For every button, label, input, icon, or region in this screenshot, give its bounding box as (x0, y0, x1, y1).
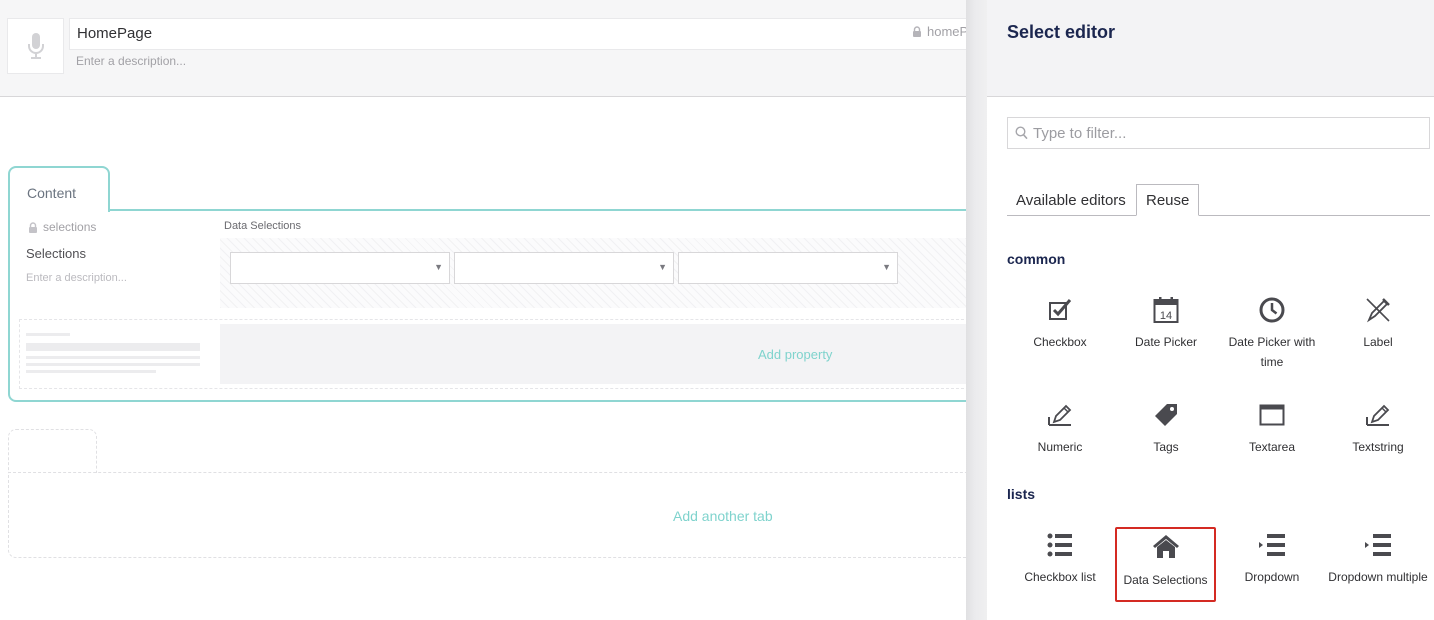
editor-label: Data Selections (1123, 573, 1208, 587)
editor-label: Dropdown multiple (1328, 570, 1428, 584)
overlay-shadow (966, 0, 988, 620)
label-pen-icon (1366, 298, 1390, 323)
property-alias-value: selections (43, 220, 97, 234)
clock-icon (1259, 297, 1285, 323)
editor-data-selections[interactable]: Data Selections (1115, 527, 1216, 602)
tab-reuse[interactable]: Reuse (1136, 184, 1200, 216)
add-tab-zone[interactable] (8, 429, 968, 558)
doctype-alias-value: homeP (927, 24, 968, 39)
doctype-icon-picker[interactable] (7, 18, 64, 74)
filter-input[interactable] (1033, 122, 1423, 144)
doctype-name-value: HomePage (77, 25, 153, 42)
doctype-header: HomePage homeP Enter a description... (0, 0, 968, 97)
doctype-description-field[interactable]: Enter a description... (76, 54, 186, 68)
bulleted-list-icon (1047, 533, 1072, 557)
search-icon (1015, 126, 1028, 140)
editor-textarea[interactable]: Textarea (1221, 399, 1323, 479)
editor-label: Date Picker with time (1228, 335, 1316, 369)
add-property-button[interactable]: Add property (220, 324, 968, 384)
ghost-line (26, 356, 200, 359)
doctype-name-input[interactable]: HomePage (69, 18, 968, 50)
property-editor-name: Data Selections (224, 220, 302, 232)
select-editor-panel: Select editor Available editors Reuse co… (987, 0, 1434, 620)
ghost-line (26, 363, 200, 366)
caret-down-icon: ▼ (434, 262, 443, 272)
calendar-icon: 14 (1153, 297, 1179, 323)
ghost-line (26, 343, 200, 351)
add-another-tab-button[interactable]: Add another tab (673, 508, 773, 524)
indent-list-icon (1365, 534, 1391, 556)
tags-icon (1155, 404, 1177, 426)
editor-label: Checkbox list (1024, 570, 1096, 584)
document-type-editor: HomePage homeP Enter a description... Co… (0, 0, 968, 620)
microphone-icon (27, 33, 44, 59)
tab-content-label: Content (27, 185, 77, 201)
editor-date-picker[interactable]: 14 Date Picker (1115, 294, 1217, 374)
panel-title: Select editor (1007, 22, 1116, 42)
editor-dropdown-multiple[interactable]: Dropdown multiple (1327, 529, 1429, 609)
preview-dropdown-1[interactable]: ▼ (230, 252, 450, 284)
editor-numeric[interactable]: Numeric (1009, 399, 1111, 479)
editor-label: Textarea (1248, 440, 1296, 454)
checkbox-icon (1049, 299, 1072, 320)
preview-dropdown-3[interactable]: ▼ (678, 252, 898, 284)
editor-textstring[interactable]: Textstring (1327, 399, 1429, 479)
preview-dropdown-2[interactable]: ▼ (454, 252, 674, 284)
svg-text:14: 14 (1160, 310, 1172, 322)
ghost-line (26, 370, 156, 373)
editor-date-picker-with-time[interactable]: Date Picker with time (1221, 294, 1323, 374)
editor-label: Textstring (1352, 440, 1404, 454)
editor-label: Tags (1153, 440, 1179, 454)
doctype-alias[interactable]: homeP (912, 24, 968, 39)
editor-label-item[interactable]: Label (1327, 294, 1429, 374)
group-title-common: common (1007, 251, 1066, 267)
edit-icon (1048, 404, 1072, 426)
indent-list-icon (1259, 534, 1285, 556)
lock-icon (29, 221, 37, 233)
window-icon (1259, 404, 1285, 426)
editor-tags[interactable]: Tags (1115, 399, 1217, 479)
filter-field[interactable] (1007, 117, 1430, 149)
editor-label: Numeric (1037, 440, 1083, 454)
editor-checkbox[interactable]: Checkbox (1009, 294, 1111, 374)
editor-label: Date Picker (1134, 335, 1198, 349)
editor-label: Checkbox (1033, 335, 1087, 349)
add-tab-placeholder-tab (8, 429, 97, 473)
property-alias[interactable]: selections (28, 220, 96, 234)
editor-dropdown[interactable]: Dropdown (1221, 529, 1323, 609)
caret-down-icon: ▼ (882, 262, 891, 272)
lock-icon (913, 26, 921, 37)
editor-label: Dropdown (1244, 570, 1300, 584)
tab-available-editors[interactable]: Available editors (1007, 184, 1135, 216)
ghost-line (26, 333, 70, 336)
add-tab-frame (8, 472, 968, 558)
property-name[interactable]: Selections (26, 246, 86, 261)
tab-content[interactable]: Content (8, 166, 110, 212)
edit-icon (1366, 404, 1390, 426)
group-title-lists: lists (1007, 486, 1036, 502)
editor-checkbox-list[interactable]: Checkbox list (1009, 529, 1111, 609)
panel-header: Select editor (987, 0, 1434, 97)
caret-down-icon: ▼ (658, 262, 667, 272)
editor-label: Label (1363, 335, 1393, 349)
property-description[interactable]: Enter a description... (26, 272, 127, 284)
home-icon (1152, 535, 1179, 558)
